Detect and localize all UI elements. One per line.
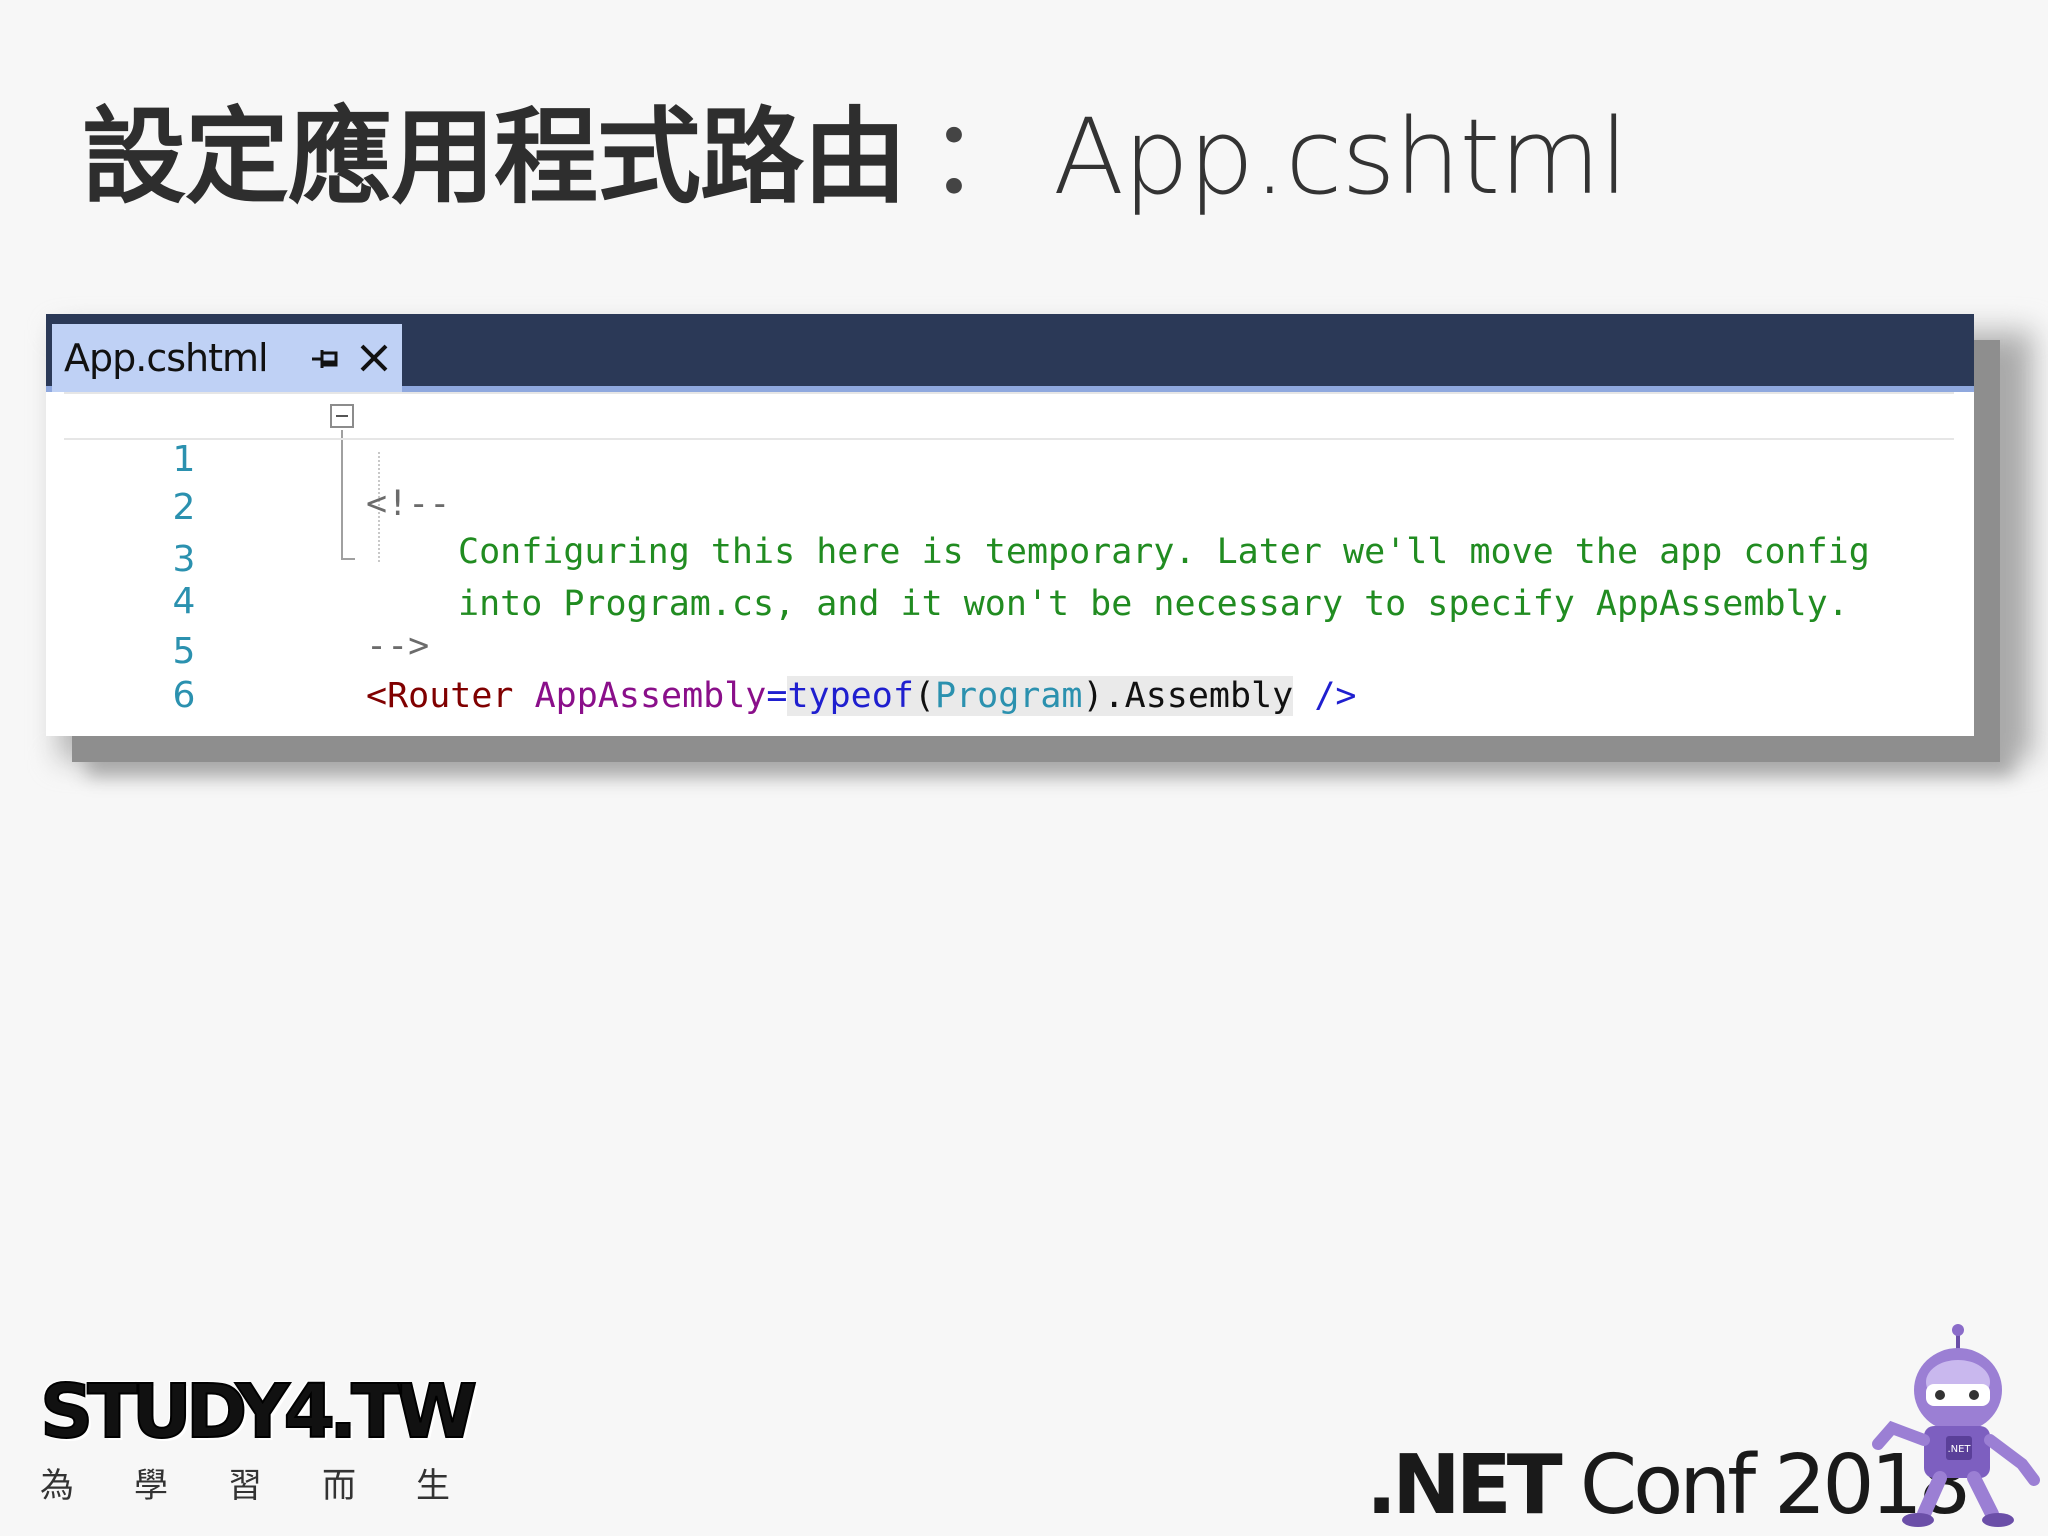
- tab-title: App.cshtml: [64, 336, 269, 380]
- tab-app-cshtml[interactable]: App.cshtml: [52, 324, 402, 392]
- title-chinese: 設定應用程式路由: [82, 96, 907, 218]
- equals: =: [766, 676, 788, 716]
- page-title: 設定應用程式路由： App.cshtml: [82, 92, 1629, 222]
- pin-icon[interactable]: [310, 344, 340, 374]
- tag-open: <Router: [366, 676, 514, 716]
- member-assembly: .Assembly: [1103, 676, 1294, 716]
- mascot-badge: .NET: [1947, 1444, 1971, 1455]
- code-editor-window: App.cshtml 1 <!-- 2 Configuring this her…: [46, 314, 1974, 736]
- title-filename: App.cshtml: [1053, 96, 1628, 218]
- code-line[interactable]: 2 Configuring this here is temporary. La…: [64, 442, 1954, 572]
- study4-wordmark: STUDY4.TW: [39, 1369, 478, 1455]
- title-separator: ：: [928, 96, 1032, 218]
- tagline-char: 而: [322, 1466, 356, 1506]
- line-number: 6: [172, 675, 196, 716]
- paren-open: (: [913, 676, 935, 716]
- dotnet-bot-mascot-icon: .NET: [1872, 1324, 2040, 1527]
- editor-tab-bar: App.cshtml: [46, 314, 1974, 392]
- code-line[interactable]: 4 -->: [64, 536, 1954, 666]
- study4-logo: STUDY4.TW 為 學 習 而 生: [39, 1369, 510, 1507]
- tagline-char: 學: [134, 1466, 168, 1506]
- netconf-prefix: .NET: [1366, 1438, 1563, 1533]
- tagline-char: 生: [416, 1466, 450, 1506]
- study4-tagline: 為 學 習 而 生: [40, 1458, 510, 1507]
- attribute-name: AppAssembly: [534, 676, 767, 716]
- paren-close: ): [1082, 676, 1104, 716]
- type-program: Program: [934, 676, 1083, 716]
- code-line[interactable]: 6: [64, 630, 1954, 716]
- code-line[interactable]: 1 <!--: [64, 392, 1954, 524]
- code-area[interactable]: 1 <!-- 2 Configuring this here is tempor…: [64, 392, 1974, 736]
- close-icon[interactable]: [356, 340, 392, 376]
- keyword-typeof: typeof: [787, 676, 914, 716]
- code-line[interactable]: 3 into Program.cs, and it won't be neces…: [64, 494, 1954, 624]
- code-line[interactable]: 5 <Router AppAssembly=typeof(Program).As…: [64, 586, 1954, 716]
- router-element: <Router AppAssembly=typeof(Program).Asse…: [366, 674, 1356, 718]
- tagline-char: 習: [228, 1466, 262, 1506]
- tag-close: />: [1314, 676, 1357, 716]
- tagline-char: 為: [40, 1466, 74, 1506]
